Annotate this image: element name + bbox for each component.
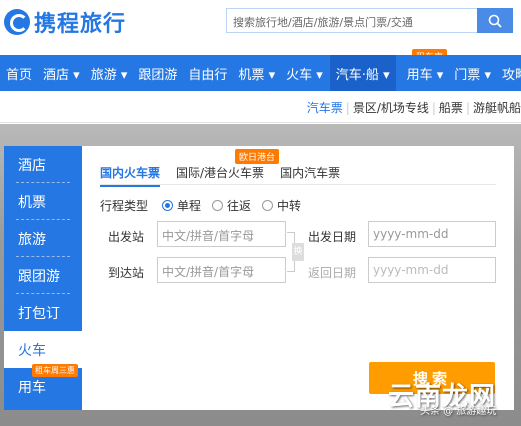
subnav-item-ship-tickets[interactable]: 船票	[439, 101, 463, 115]
nav-item-tickets[interactable]: 门票 ▾	[454, 64, 491, 83]
sidebar-item-package[interactable]: 打包订	[4, 294, 82, 331]
nav-item-group-tour[interactable]: 跟团游	[138, 64, 177, 83]
nav-item-label: 用车	[406, 67, 433, 83]
logo-icon	[4, 9, 30, 35]
subnav-item-shuttle[interactable]: 景区/机场专线	[353, 101, 429, 115]
radio-unchecked-icon	[262, 200, 273, 211]
to-station-input[interactable]: 中文/拼音/首字母	[157, 257, 286, 283]
radio-checked-icon	[162, 200, 173, 211]
swap-stations-button[interactable]: 换	[292, 243, 304, 261]
nav-item-guide[interactable]: 攻略	[502, 64, 521, 83]
radio-transfer[interactable]: 中转	[262, 197, 301, 214]
sidebar-item-travel[interactable]: 旅游	[4, 220, 82, 257]
tab-divider	[100, 184, 496, 185]
nav-item-flights[interactable]: 机票 ▾	[238, 64, 275, 83]
nav-item-label: 汽车·船	[335, 67, 379, 83]
nav-item-bus-ship[interactable]: 汽车·船 ▾	[329, 55, 396, 91]
trip-type-label: 行程类型	[100, 199, 149, 213]
logo-text: 携程旅行	[34, 12, 127, 37]
nav-item-home[interactable]: 首页	[6, 64, 32, 83]
radio-unchecked-icon	[212, 200, 223, 211]
search-input[interactable]: 搜索旅行地/酒店/旅游/景点门票/交通	[226, 8, 478, 33]
booking-panel: 欧日港台 国内火车票 国际/港台火车票 国内汽车票 行程类型 单程 往返 中转 …	[82, 146, 514, 410]
subnav-item-yacht[interactable]: 游艇帆船	[473, 101, 521, 115]
nav-item-hotel[interactable]: 酒店 ▾	[43, 64, 80, 83]
nav-item-label: 旅游	[90, 67, 117, 83]
sidebar-promo-tag: 租车周三惠	[32, 364, 78, 377]
tab-promo-tag: 欧日港台	[235, 149, 280, 164]
watermark-caption: 头条 @ 旅游趣玩	[420, 406, 497, 417]
search-icon	[488, 14, 502, 28]
radio-one-way[interactable]: 单程	[162, 197, 201, 214]
logo[interactable]: 携程旅行	[4, 6, 126, 38]
main-nav: 首页 酒店 ▾ 旅游 ▾ 跟团游 自由行 机票 ▾ 火车 ▾ 汽车·船 ▾ 用车…	[0, 55, 521, 91]
depart-date-label: 出发日期	[308, 230, 357, 244]
sidebar-item-train[interactable]: 火车	[4, 331, 82, 368]
radio-round-trip[interactable]: 往返	[212, 197, 251, 214]
nav-item-car[interactable]: 用车 ▾	[407, 64, 444, 83]
sidebar-item-flights[interactable]: 机票	[4, 183, 82, 220]
nav-item-free-travel[interactable]: 自由行	[188, 64, 227, 83]
sidebar-item-group-tour[interactable]: 跟团游	[4, 257, 82, 294]
radio-label: 中转	[277, 199, 302, 213]
depart-date-input[interactable]: yyyy-mm-dd	[368, 221, 496, 247]
from-station-input[interactable]: 中文/拼音/首字母	[157, 221, 286, 247]
return-date-label: 返回日期	[308, 266, 357, 280]
subnav-item-bus-tickets[interactable]: 汽车票	[307, 101, 343, 115]
to-label: 到达站	[108, 266, 145, 280]
sidebar-item-hotel[interactable]: 酒店	[4, 146, 82, 183]
radio-label: 往返	[227, 199, 252, 213]
return-date-input[interactable]: yyyy-mm-dd	[368, 257, 496, 283]
nav-item-label: 火车	[286, 67, 313, 83]
radio-label: 单程	[177, 199, 202, 213]
nav-item-label: 酒店	[43, 67, 70, 83]
from-label: 出发站	[108, 230, 145, 244]
nav-item-travel[interactable]: 旅游 ▾	[91, 64, 128, 83]
header: 携程旅行 搜索旅行地/酒店/旅游/景点门票/交通	[0, 0, 521, 44]
nav-item-train[interactable]: 火车 ▾	[286, 64, 323, 83]
nav-item-label: 机票	[238, 67, 265, 83]
search-button[interactable]	[477, 8, 513, 33]
nav-item-label: 门票	[454, 67, 481, 83]
sub-nav: 汽车票 | 景区/机场专线 | 船票 | 游艇帆船	[0, 91, 521, 123]
